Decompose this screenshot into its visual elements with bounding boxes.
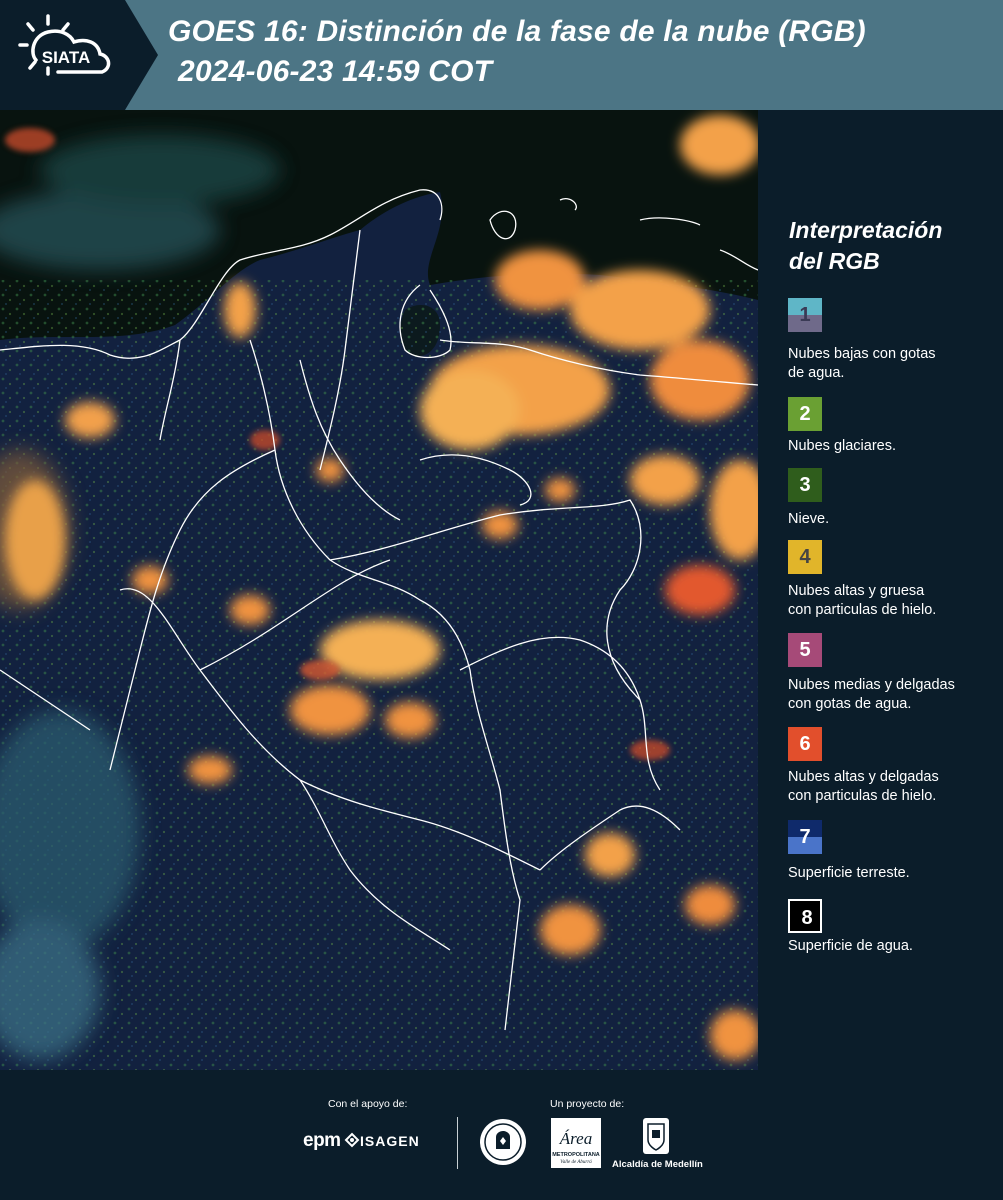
logo-plate: SIATA: [0, 0, 158, 110]
legend-title-line2: del RGB: [789, 248, 880, 274]
alcaldia-shield-icon: [643, 1118, 669, 1154]
seal-logo-icon: [480, 1119, 526, 1165]
legend-label-line1: Nubes glaciares.: [788, 438, 896, 454]
legend-label: Nubes altas y delgadas con particulas de …: [788, 768, 1000, 806]
legend-label-line2: de agua.: [788, 365, 845, 381]
area-logo-sub2: Valle de Aburrá: [560, 1160, 592, 1165]
alcaldia-logo: Alcaldía de Medellín: [612, 1159, 703, 1170]
legend-number: 4: [799, 546, 811, 568]
area-logo-sub1: METROPOLITANA: [552, 1152, 600, 1158]
legend-swatch-6: 6: [788, 727, 822, 761]
legend-swatch-2: 2: [788, 397, 822, 431]
legend-label: Superficie de agua.: [788, 937, 1000, 956]
isagen-logo: ISAGEN: [360, 1133, 420, 1149]
legend-number: 8: [801, 907, 813, 929]
legend-label: Nubes altas y gruesa con particulas de hi…: [788, 582, 1000, 620]
legend-label: Superficie terreste.: [788, 864, 1000, 883]
legend-label-line2: con particulas de hielo.: [788, 788, 937, 804]
legend-number: 5: [799, 639, 811, 661]
legend-label-line1: Nubes altas y gruesa: [788, 583, 925, 599]
page-title: GOES 16: Distinción de la fase de la nub…: [168, 15, 866, 48]
siata-logo-text: SIATA: [42, 48, 90, 67]
legend-label-line1: Nieve.: [788, 511, 830, 527]
area-logo-text: Área: [559, 1129, 592, 1148]
timestamp: 2024-06-23 14:59 COT: [178, 55, 493, 88]
footer-divider: [457, 1117, 458, 1169]
legend-number: 7: [799, 826, 811, 848]
legend-number: 6: [799, 733, 811, 755]
legend-number: 1: [799, 304, 811, 326]
legend-label: Nubes medias y delgadas con gotas de agua…: [788, 676, 1000, 714]
legend-number: 2: [799, 403, 811, 425]
legend-label-line1: Superficie de agua.: [788, 938, 913, 954]
legend-label-line1: Nubes bajas con gotas: [788, 346, 936, 362]
legend-swatch-7: 7: [788, 820, 822, 854]
legend-panel: Interpretación del RGB 1 Nubes bajas con …: [758, 110, 1003, 1070]
project-caption: Un proyecto de:: [550, 1098, 625, 1110]
legend-label-line2: con particulas de hielo.: [788, 602, 937, 618]
header-bar: SIATA GOES 16: Distinción de la fase de …: [0, 0, 1003, 110]
map-canvas: [0, 110, 758, 1070]
footer-bar: Con el apoyo de: Un proyecto de: epm ISA…: [0, 1070, 1003, 1200]
satellite-map[interactable]: [0, 110, 758, 1070]
legend-label-line1: Nubes altas y delgadas: [788, 769, 939, 785]
legend-swatch-1: 1: [788, 298, 822, 332]
legend-label-line2: con gotas de agua.: [788, 696, 912, 712]
legend-swatch-5: 5: [788, 633, 822, 667]
support-caption: Con el apoyo de:: [328, 1098, 408, 1110]
legend-title-line1: Interpretación: [789, 217, 943, 243]
epm-logo: epm: [303, 1130, 341, 1151]
isagen-logo-icon: [344, 1132, 360, 1148]
legend-number: 3: [799, 474, 811, 496]
legend-label: Nubes glaciares.: [788, 437, 1000, 456]
area-metropolitana-logo-icon: Área METROPOLITANA Valle de Aburrá: [551, 1118, 601, 1168]
legend-label-line1: Superficie terreste.: [788, 865, 910, 881]
legend-swatch-3: 3: [788, 468, 822, 502]
legend-title: Interpretación del RGB: [789, 215, 989, 277]
legend-label: Nubes bajas con gotas de agua.: [788, 345, 1000, 383]
legend-label-line1: Nubes medias y delgadas: [788, 677, 955, 693]
legend-swatch-8: 8: [788, 899, 822, 933]
legend-label: Nieve.: [788, 510, 1000, 529]
legend-swatch-4: 4: [788, 540, 822, 574]
